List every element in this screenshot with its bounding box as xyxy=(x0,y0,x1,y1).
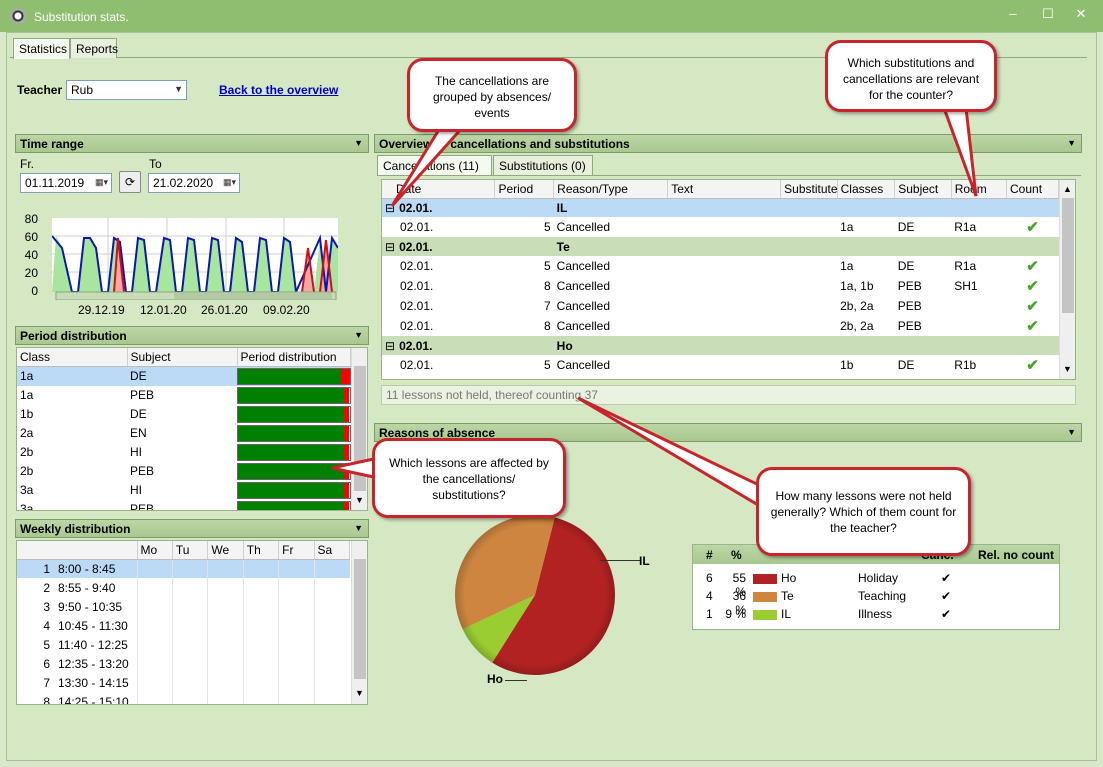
callout-how-many: How many lessons were not held generally… xyxy=(756,467,971,556)
callout-grouped: The cancellations are grouped by absence… xyxy=(407,58,577,132)
callout-relevant: Which substitutions and cancellations ar… xyxy=(825,40,997,112)
pointer-grouped xyxy=(390,126,466,208)
callout-affected: Which lessons are affected by the cancel… xyxy=(372,438,566,518)
pointer-relevant xyxy=(941,106,978,197)
